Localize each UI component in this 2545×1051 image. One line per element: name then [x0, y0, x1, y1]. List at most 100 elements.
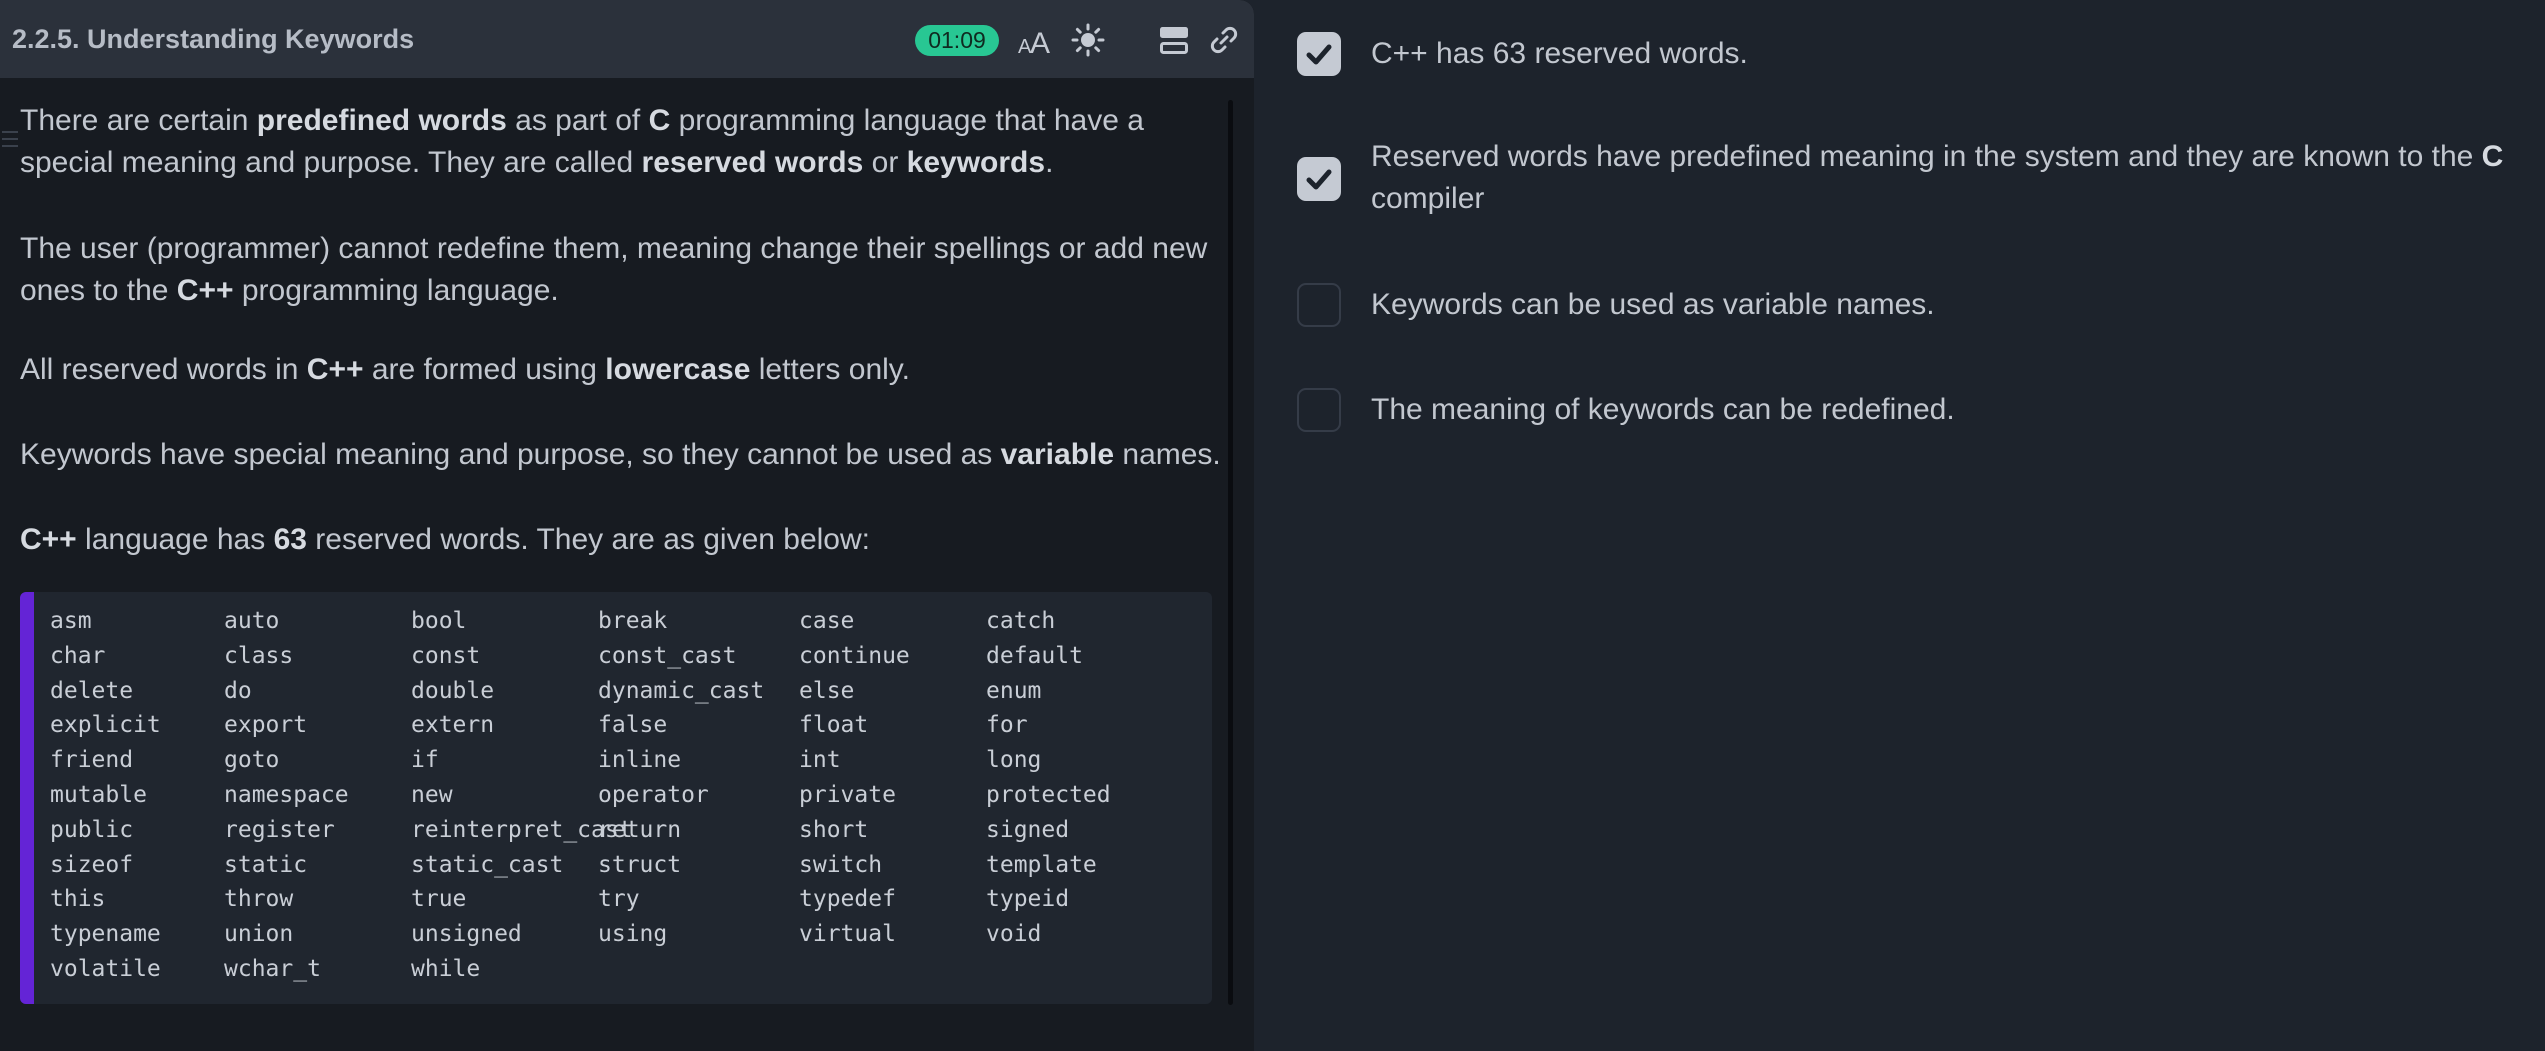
keyword: unsigned [411, 921, 522, 948]
keyword: register [224, 816, 335, 843]
text: compiler [1371, 182, 1485, 215]
keywords-code-block: asm auto bool break case catch char class const c… [20, 592, 1212, 1004]
keyword: static [224, 851, 308, 878]
text: are formed using [363, 353, 606, 386]
paragraph-lowercase: All reserved words in C++ are formed usi… [20, 349, 1220, 391]
option-text: Keywords can be used as variable names. [1371, 284, 2521, 326]
keyword: enum [986, 677, 1042, 704]
text: All reserved words in [20, 353, 307, 386]
bold-text: 63 [273, 523, 307, 556]
option-text: The meaning of keywords can be redefined… [1371, 389, 2521, 431]
lesson-pane: 2.2.5. Understanding Keywords 01:09 A A [0, 0, 1254, 1051]
keyword: double [411, 677, 495, 704]
keyword: float [799, 712, 869, 739]
keyword: int [799, 747, 841, 774]
option-text: C++ has 63 reserved words. [1371, 33, 2521, 75]
keyword: inline [598, 747, 682, 774]
text: letters only. [750, 353, 910, 386]
keyword: extern [411, 712, 495, 739]
bold-text: C [2481, 140, 2504, 173]
app-root: 2.2.5. Understanding Keywords 01:09 A A [0, 0, 2545, 1051]
keyword: false [598, 712, 668, 739]
text: C++ has 63 reserved words. [1371, 37, 1748, 70]
text: There are certain [20, 104, 257, 137]
keyword: default [986, 642, 1083, 669]
font-size-icon[interactable]: A A [1014, 20, 1054, 60]
keyword: else [799, 677, 855, 704]
text: The meaning of keywords can be redefined… [1371, 393, 1955, 426]
theme-icon[interactable] [1068, 20, 1108, 60]
bold-text: C++ [306, 353, 364, 386]
keyword: while [411, 955, 481, 982]
keyword: dynamic_cast [598, 677, 765, 704]
bold-text: keywords [906, 146, 1046, 179]
keyword: goto [224, 747, 280, 774]
keyword: public [50, 816, 134, 843]
keyword: typedef [799, 886, 896, 913]
keyword: typename [50, 921, 161, 948]
link-icon[interactable] [1204, 20, 1244, 60]
keyword: bool [411, 608, 467, 634]
keyword: try [598, 886, 640, 913]
drag-handle-icon[interactable] [0, 128, 20, 152]
keyword: const_cast [598, 642, 737, 669]
text: or [863, 146, 907, 179]
keyword: explicit [50, 712, 161, 739]
checkbox-checked[interactable] [1297, 157, 1341, 201]
keyword: namespace [224, 781, 349, 808]
keyword: catch [986, 608, 1056, 634]
keyword: virtual [799, 921, 896, 948]
quiz-pane: C++ has 63 reserved words. Reserved word… [1254, 0, 2545, 1051]
keyword: auto [224, 608, 280, 634]
keyword: operator [598, 781, 709, 808]
keyword: do [224, 677, 252, 704]
keyword: union [224, 921, 294, 948]
keyword: const [411, 642, 481, 669]
keyword: private [799, 781, 896, 808]
keyword: this [50, 886, 106, 913]
text: language has [76, 523, 274, 556]
checkbox-unchecked[interactable] [1297, 388, 1341, 432]
keyword: struct [598, 851, 682, 878]
keyword: case [799, 608, 855, 634]
keyword: export [224, 712, 308, 739]
layout-icon[interactable] [1154, 20, 1194, 60]
timer-badge: 01:09 [915, 25, 999, 56]
svg-text:A: A [1030, 27, 1050, 56]
text: names. [1114, 438, 1221, 471]
lesson-header: 2.2.5. Understanding Keywords 01:09 A A [0, 0, 1254, 78]
keyword: static_cast [411, 851, 564, 878]
checkbox-unchecked[interactable] [1297, 283, 1341, 327]
code-accent-bar [20, 592, 34, 1004]
paragraph-user: The user (programmer) cannot redefine th… [20, 228, 1220, 312]
keyword: break [598, 608, 668, 634]
text: Keywords have special meaning and purpos… [20, 438, 1001, 471]
text: reserved words. They are as given below: [306, 523, 870, 556]
text: Keywords can be used as variable names. [1371, 288, 1935, 321]
keyword: switch [799, 851, 883, 878]
paragraph-intro: There are certain predefined words as pa… [20, 100, 1220, 184]
keyword: return [598, 816, 682, 843]
paragraph-count: C++ language has 63 reserved words. They… [20, 519, 1220, 561]
keyword: char [50, 642, 106, 669]
keyword: continue [799, 642, 910, 669]
keyword: wchar_t [224, 955, 321, 982]
keyword: delete [50, 677, 134, 704]
option-text: Reserved words have predefined meaning i… [1371, 136, 2521, 220]
keyword: void [986, 921, 1042, 948]
bold-text: reserved words [641, 146, 864, 179]
bold-text: C++ [176, 274, 234, 307]
keyword: asm [50, 608, 92, 634]
text: . [1045, 146, 1054, 179]
keyword: true [411, 886, 467, 913]
checkbox-checked[interactable] [1297, 32, 1341, 76]
bold-text: lowercase [605, 353, 751, 386]
bold-text: predefined words [256, 104, 507, 137]
keyword: volatile [50, 955, 161, 982]
keyword: signed [986, 816, 1070, 843]
keyword: new [411, 781, 453, 808]
page-title: 2.2.5. Understanding Keywords [12, 24, 415, 54]
keyword: throw [224, 886, 294, 913]
keyword: short [799, 816, 869, 843]
content-scrollbar[interactable] [1228, 100, 1233, 1005]
